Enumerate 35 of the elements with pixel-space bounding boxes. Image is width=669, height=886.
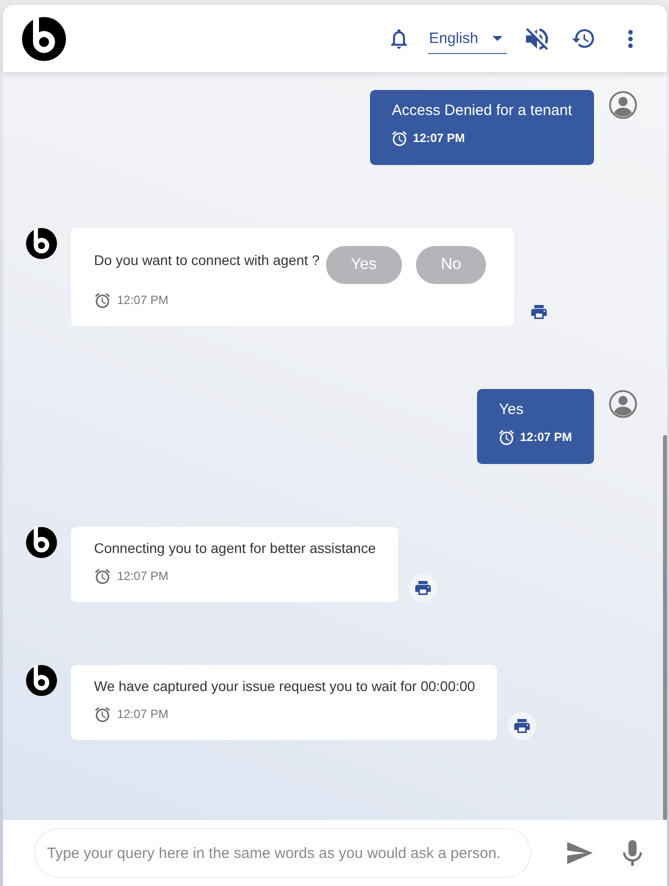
history-icon bbox=[572, 29, 594, 48]
bot-logo-icon bbox=[26, 228, 57, 259]
print-button[interactable] bbox=[408, 574, 437, 602]
printer-icon bbox=[414, 581, 431, 595]
printer-icon bbox=[531, 305, 548, 319]
more-vertical-icon bbox=[628, 30, 632, 48]
query-input[interactable]: Type your query here in the same words as you would ask a person. bbox=[34, 828, 531, 878]
logo-icon bbox=[22, 16, 66, 60]
print-button[interactable] bbox=[508, 712, 536, 740]
bot-logo-icon bbox=[26, 665, 57, 696]
scrollbar-thumb[interactable] bbox=[663, 435, 667, 820]
message-text: Do you want to connect with agent ? bbox=[94, 251, 320, 270]
message-text: Connecting you to agent for better assistance bbox=[94, 539, 376, 558]
send-icon bbox=[567, 842, 593, 864]
message-text: Yes bbox=[498, 400, 524, 420]
message-time: 12:07 PM bbox=[117, 707, 168, 721]
alarm-clock-icon bbox=[95, 292, 110, 308]
bot-logo-icon bbox=[26, 527, 57, 558]
message-time: 12:07 PM bbox=[412, 131, 465, 145]
bell-icon bbox=[391, 28, 407, 48]
language-dropdown[interactable]: English bbox=[428, 24, 507, 54]
microphone-icon bbox=[622, 840, 642, 866]
message-text: Access Denied for a tenant bbox=[392, 101, 572, 121]
user-avatar-icon bbox=[609, 91, 637, 119]
printer-icon bbox=[514, 719, 530, 733]
message-time: 12:07 PM bbox=[520, 430, 572, 444]
alarm-clock-icon bbox=[498, 430, 514, 444]
user-avatar-icon bbox=[609, 390, 637, 418]
message-time: 12:07 PM bbox=[117, 569, 168, 583]
message-text: We have captured your issue request you to wait for 00:00:00 bbox=[94, 677, 476, 696]
caret-icon bbox=[492, 34, 503, 42]
alarm-clock-icon bbox=[95, 706, 110, 722]
alarm-clock-icon bbox=[392, 130, 407, 146]
alarm-clock-icon bbox=[95, 568, 110, 584]
message-time: 12:07 PM bbox=[117, 293, 168, 307]
